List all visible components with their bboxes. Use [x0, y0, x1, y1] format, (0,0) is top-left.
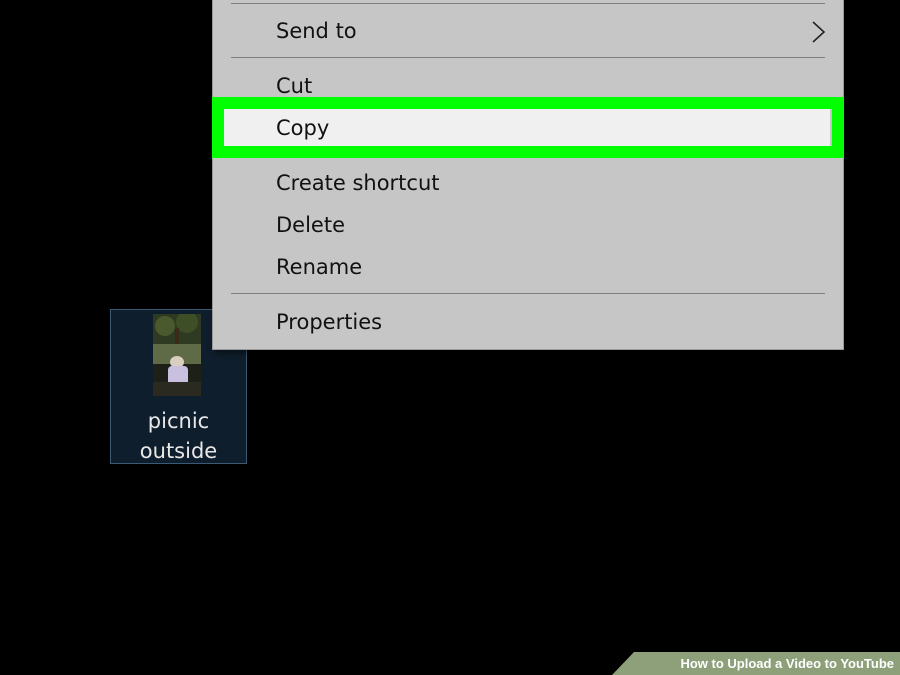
menu-item-send-to[interactable]: Send to	[213, 11, 843, 51]
context-menu: Send to Cut Copy Create shortcut Delete …	[212, 0, 844, 350]
watermark-text: How to Upload a Video to YouTube	[680, 656, 894, 671]
menu-separator	[231, 57, 825, 58]
menu-item-copy[interactable]: Copy	[224, 109, 830, 147]
menu-item-cut[interactable]: Cut	[213, 66, 843, 106]
menu-item-rename[interactable]: Rename	[213, 247, 843, 287]
menu-separator	[231, 3, 825, 4]
menu-item-label: Rename	[276, 255, 363, 279]
menu-item-properties[interactable]: Properties	[213, 302, 843, 342]
menu-item-label: Copy	[276, 116, 330, 140]
chevron-right-icon	[809, 20, 827, 44]
menu-item-delete[interactable]: Delete	[213, 205, 843, 245]
menu-item-label: Create shortcut	[276, 171, 440, 195]
menu-item-label: Send to	[276, 19, 357, 43]
file-name-line-1: picnic	[147, 409, 210, 433]
desktop[interactable]: picnic outside Send to Cut Copy Create s…	[0, 0, 900, 675]
video-thumbnail-icon	[153, 314, 201, 396]
menu-item-label: Delete	[276, 213, 345, 237]
watermark-banner: How to Upload a Video to YouTube	[612, 652, 900, 675]
menu-item-create-shortcut[interactable]: Create shortcut	[213, 163, 843, 203]
file-name-label: picnic outside	[111, 406, 246, 466]
menu-item-label: Properties	[276, 310, 383, 334]
menu-separator	[231, 293, 825, 294]
file-name-line-2: outside	[139, 439, 218, 463]
menu-item-label: Cut	[276, 74, 313, 98]
